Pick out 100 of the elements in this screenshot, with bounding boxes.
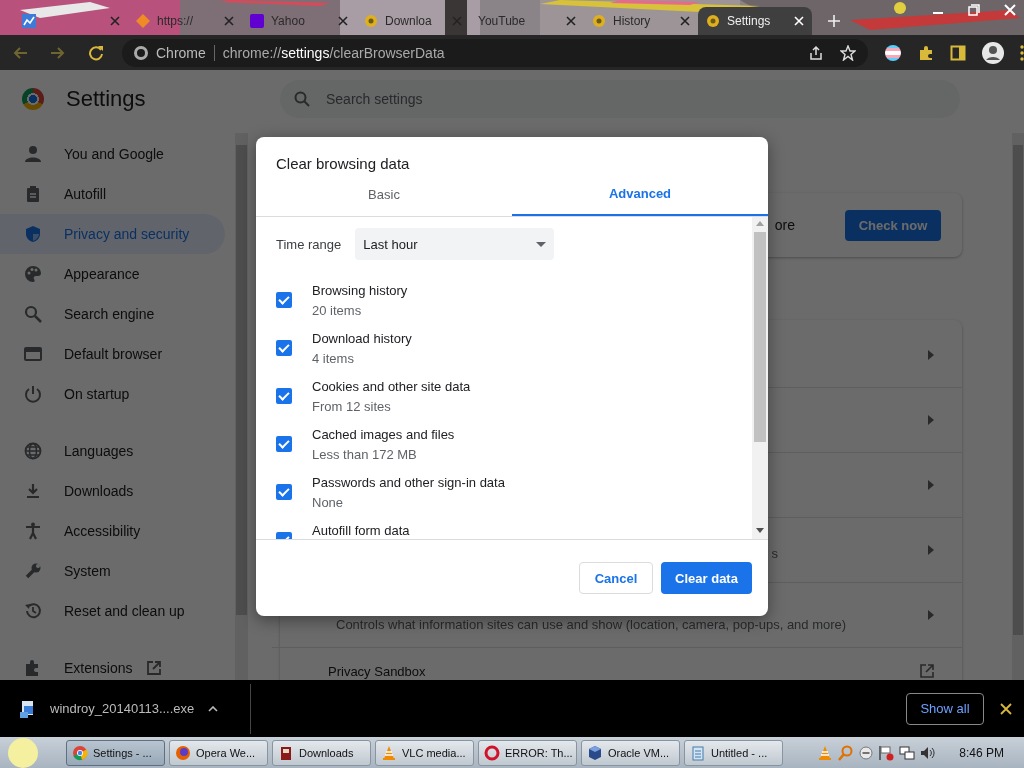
- sidebar-item[interactable]: Search engine: [0, 294, 225, 334]
- chevron-right-icon[interactable]: [928, 610, 934, 620]
- browser-tab[interactable]: YouTube: [470, 7, 584, 35]
- search-field[interactable]: Search settings: [280, 80, 960, 118]
- share-icon[interactable]: [808, 44, 824, 61]
- dialog-tab[interactable]: Basic: [256, 173, 512, 216]
- browser-tab[interactable]: Yahoo: [242, 7, 356, 35]
- browser-tab[interactable]: Settings: [698, 7, 812, 35]
- chevron-right-icon[interactable]: [928, 349, 934, 360]
- square-icon: [250, 14, 264, 28]
- scroll-down-icon: [756, 528, 764, 533]
- maximize-icon[interactable]: [968, 4, 980, 16]
- download-item[interactable]: windroy_20140113....exe: [20, 699, 220, 718]
- accessibility-icon: [24, 522, 42, 540]
- sidebar-item[interactable]: Accessibility: [0, 511, 225, 551]
- network-icon[interactable]: [899, 744, 916, 761]
- taskbar-button[interactable]: Oracle VM...: [581, 739, 680, 766]
- dialog-title: Clear browsing data: [275, 154, 411, 172]
- close-icon[interactable]: [680, 16, 690, 26]
- checkbox-label: Autofill form data: [312, 523, 410, 538]
- start-button-icon[interactable]: [6, 737, 40, 768]
- show-all-button[interactable]: Show all: [906, 692, 984, 725]
- sidebar-item[interactable]: Extensions: [0, 648, 225, 680]
- field-label: Time range: [276, 236, 342, 252]
- scrollbar[interactable]: [235, 133, 248, 680]
- minus-circle-icon[interactable]: [859, 745, 874, 760]
- browser-logo-icon: [72, 744, 88, 761]
- setting-description: Controls what information sites can use and show (location, camera, pop-ups, and more): [336, 615, 847, 632]
- menu-icon[interactable]: [1020, 44, 1024, 61]
- sidebar-item[interactable]: Reset and clean up: [0, 591, 225, 631]
- gear-icon: [592, 14, 606, 28]
- side-panel-icon[interactable]: [950, 44, 966, 61]
- item-count: None: [312, 495, 345, 510]
- check-now-button[interactable]: Check now: [845, 209, 941, 241]
- cancel-button[interactable]: Cancel: [579, 562, 653, 594]
- gear-icon: [706, 14, 720, 28]
- chevron-right-icon[interactable]: [928, 415, 934, 425]
- item-count: From 12 sites: [312, 399, 392, 414]
- time-range-dropdown[interactable]: Last hour: [355, 228, 555, 260]
- sidebar-item[interactable]: Default browser: [0, 334, 225, 374]
- ring-icon: [484, 744, 500, 761]
- taskbar-button[interactable]: Settings - ...: [66, 739, 165, 766]
- sidebar-item[interactable]: On startup: [0, 374, 225, 414]
- checkbox-label: Passwords and other sign-in data: [312, 475, 505, 490]
- caret-up-icon: [208, 705, 219, 712]
- search-icon: [294, 91, 310, 107]
- gear-icon: [364, 14, 378, 28]
- diamond-icon: [136, 14, 150, 28]
- checkbox[interactable]: [276, 436, 292, 452]
- box-icon: [278, 744, 294, 761]
- person-icon: [24, 145, 42, 163]
- chart-icon: [22, 14, 36, 28]
- address-bar[interactable]: Chrome chrome://settings/clearBrowserData: [122, 38, 868, 67]
- close-icon[interactable]: [338, 16, 348, 26]
- clipboard-icon: [24, 185, 42, 203]
- page-title: Settings: [66, 86, 146, 112]
- sidebar-item[interactable]: Downloads: [0, 471, 225, 511]
- reload-icon[interactable]: [88, 44, 104, 61]
- browser-tab[interactable]: https://: [128, 7, 242, 35]
- download-icon: [24, 482, 42, 500]
- taskbar-button[interactable]: Downloads: [272, 739, 371, 766]
- dialog-tab[interactable]: Advanced: [512, 173, 768, 216]
- checkbox[interactable]: [276, 292, 292, 308]
- notepad-icon: [690, 744, 706, 761]
- sidebar-item[interactable]: Autofill: [0, 174, 225, 214]
- chevron-right-icon[interactable]: [928, 480, 934, 490]
- chrome-logo-icon: [134, 45, 148, 60]
- taskbar-button[interactable]: VLC media...: [375, 739, 474, 766]
- checkbox-label: Cookies and other site data: [312, 379, 471, 394]
- url-text: chrome://settings/clearBrowserData: [222, 44, 445, 61]
- sidebar-item[interactable]: Appearance: [0, 254, 225, 294]
- puzzle-icon[interactable]: [918, 44, 934, 61]
- sidebar-item[interactable]: You and Google: [0, 134, 225, 174]
- flag-icon[interactable]: [884, 43, 902, 62]
- profile-icon[interactable]: [982, 41, 1004, 64]
- sidebar-item[interactable]: Languages: [0, 431, 225, 471]
- setting-title: Privacy Sandbox: [328, 664, 426, 679]
- dropdown-caret-icon: [536, 241, 547, 247]
- taskbar-button[interactable]: Opera We...: [169, 739, 268, 766]
- search-icon: [24, 305, 42, 323]
- clear-data-button[interactable]: Clear data: [661, 562, 752, 594]
- checkbox[interactable]: [276, 388, 292, 404]
- star-icon[interactable]: [840, 44, 856, 61]
- taskbar-button[interactable]: Untitled - ...: [684, 739, 783, 766]
- new-tab-icon[interactable]: [828, 15, 840, 27]
- scrollbar[interactable]: [752, 217, 768, 539]
- checkbox[interactable]: [276, 484, 292, 500]
- scrollbar[interactable]: [1012, 133, 1024, 680]
- palette-icon: [24, 265, 42, 283]
- external-link-icon[interactable]: [920, 664, 934, 678]
- sidebar-item[interactable]: System: [0, 551, 225, 591]
- clock-text[interactable]: 8:46 PM: [959, 745, 1004, 760]
- close-icon[interactable]: [566, 16, 576, 26]
- flag-icon[interactable]: [878, 744, 895, 761]
- taskbar-button[interactable]: ERROR: Th...: [478, 739, 577, 766]
- chevron-right-icon[interactable]: [928, 545, 934, 555]
- checkbox[interactable]: [276, 340, 292, 356]
- close-icon[interactable]: [1000, 702, 1012, 715]
- checkbox-label: Cached images and files: [312, 427, 455, 442]
- checkbox-label: Browsing history: [312, 283, 408, 298]
